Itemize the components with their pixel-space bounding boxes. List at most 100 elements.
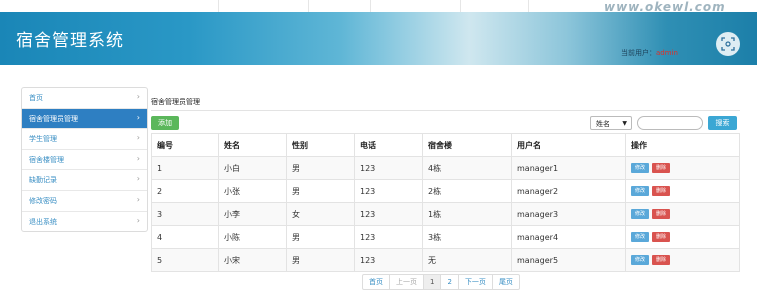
column-header: 用户名 bbox=[511, 133, 626, 157]
cell-building: 无 bbox=[422, 248, 512, 272]
column-header: 性别 bbox=[286, 133, 355, 157]
chevron-right-icon: › bbox=[136, 92, 140, 101]
edit-button[interactable]: 修改 bbox=[631, 163, 649, 173]
chevron-right-icon: › bbox=[136, 112, 140, 122]
cell-username: manager1 bbox=[511, 156, 626, 180]
pager-last[interactable]: 尾页 bbox=[493, 275, 519, 289]
manager-table: 编号 姓名 性别 电话 宿舍楼 用户名 操作 1 小白 男 123 4栋 man… bbox=[151, 133, 740, 272]
sidebar-item-label: 宿舍管理员管理 bbox=[29, 114, 78, 123]
cell-sex: 男 bbox=[286, 179, 355, 203]
edit-button[interactable]: 修改 bbox=[631, 209, 649, 219]
sidebar-item-logout[interactable]: 退出系统 › bbox=[22, 212, 147, 232]
delete-button[interactable]: 删除 bbox=[652, 255, 670, 265]
sidebar-item-absence[interactable]: 缺勤记录 › bbox=[22, 170, 147, 191]
column-header: 操作 bbox=[625, 133, 740, 157]
cell-sex: 男 bbox=[286, 156, 355, 180]
sidebar-item-students[interactable]: 学生管理 › bbox=[22, 129, 147, 150]
sidebar-item-dorm-manager[interactable]: 宿舍管理员管理 › bbox=[22, 108, 147, 130]
cell-id: 3 bbox=[151, 202, 219, 226]
delete-button[interactable]: 删除 bbox=[652, 163, 670, 173]
cell-phone: 123 bbox=[354, 202, 423, 226]
app-header: 宿舍管理系统 当前用户：admin bbox=[0, 12, 757, 65]
edit-button[interactable]: 修改 bbox=[631, 186, 649, 196]
sidebar: 首页 › 宿舍管理员管理 › 学生管理 › 宿舍楼管理 › 缺勤记录 › 修改密… bbox=[21, 87, 148, 233]
cell-id: 2 bbox=[151, 179, 219, 203]
cell-building: 1栋 bbox=[422, 202, 512, 226]
sidebar-item-buildings[interactable]: 宿舍楼管理 › bbox=[22, 150, 147, 171]
table-header-row: 编号 姓名 性别 电话 宿舍楼 用户名 操作 bbox=[151, 133, 740, 157]
sidebar-item-home[interactable]: 首页 › bbox=[22, 88, 147, 109]
current-user-name: admin bbox=[656, 49, 678, 57]
cell-building: 3栋 bbox=[422, 225, 512, 249]
pager-next[interactable]: 下一页 bbox=[459, 275, 493, 289]
column-header: 电话 bbox=[354, 133, 423, 157]
table-row: 2 小张 男 123 2栋 manager2 修改 删除 bbox=[151, 179, 740, 203]
pager-page-1[interactable]: 1 bbox=[424, 275, 442, 289]
table-row: 5 小宋 男 123 无 manager5 修改 删除 bbox=[151, 248, 740, 272]
cell-actions: 修改 删除 bbox=[625, 202, 740, 226]
chevron-right-icon: › bbox=[136, 174, 140, 184]
cell-name: 小张 bbox=[218, 179, 287, 203]
cell-username: manager3 bbox=[511, 202, 626, 226]
pager-prev[interactable]: 上一页 bbox=[390, 275, 424, 289]
cell-actions: 修改 删除 bbox=[625, 225, 740, 249]
edit-button[interactable]: 修改 bbox=[631, 255, 649, 265]
table-row: 1 小白 男 123 4栋 manager1 修改 删除 bbox=[151, 156, 740, 180]
delete-button[interactable]: 删除 bbox=[652, 209, 670, 219]
sidebar-item-label: 修改密码 bbox=[29, 196, 57, 205]
caret-down-icon: ▼ bbox=[622, 120, 627, 127]
scan-icon[interactable] bbox=[716, 32, 740, 56]
cell-id: 5 bbox=[151, 248, 219, 272]
chevron-right-icon: › bbox=[136, 215, 140, 225]
cell-building: 2栋 bbox=[422, 179, 512, 203]
delete-button[interactable]: 删除 bbox=[652, 232, 670, 242]
cell-building: 4栋 bbox=[422, 156, 512, 180]
pager-first[interactable]: 首页 bbox=[363, 275, 390, 289]
column-header: 宿舍楼 bbox=[422, 133, 512, 157]
pager-page-2[interactable]: 2 bbox=[441, 275, 459, 289]
sidebar-item-label: 首页 bbox=[29, 94, 43, 102]
cell-name: 小陈 bbox=[218, 225, 287, 249]
cell-username: manager2 bbox=[511, 179, 626, 203]
cell-actions: 修改 删除 bbox=[625, 179, 740, 203]
search-field-select[interactable]: 姓名 ▼ bbox=[590, 116, 632, 130]
edit-button[interactable]: 修改 bbox=[631, 232, 649, 242]
search-button[interactable]: 搜索 bbox=[708, 116, 737, 130]
cell-username: manager4 bbox=[511, 225, 626, 249]
sidebar-item-label: 宿舍楼管理 bbox=[29, 155, 64, 164]
cell-actions: 修改 删除 bbox=[625, 156, 740, 180]
cell-sex: 女 bbox=[286, 202, 355, 226]
cell-phone: 123 bbox=[354, 248, 423, 272]
sidebar-item-label: 退出系统 bbox=[29, 217, 57, 226]
cell-name: 小白 bbox=[218, 156, 287, 180]
cell-phone: 123 bbox=[354, 156, 423, 180]
divider bbox=[151, 110, 740, 111]
chevron-right-icon: › bbox=[136, 153, 140, 163]
column-header: 姓名 bbox=[218, 133, 287, 157]
add-button[interactable]: 添加 bbox=[151, 116, 179, 130]
app-title: 宿舍管理系统 bbox=[16, 31, 124, 51]
sidebar-item-label: 学生管理 bbox=[29, 135, 57, 144]
search-input[interactable] bbox=[637, 116, 703, 130]
cell-actions: 修改 删除 bbox=[625, 248, 740, 272]
sidebar-item-label: 缺勤记录 bbox=[29, 176, 57, 185]
chevron-right-icon: › bbox=[136, 133, 140, 143]
table-row: 4 小陈 男 123 3栋 manager4 修改 删除 bbox=[151, 225, 740, 249]
cell-sex: 男 bbox=[286, 225, 355, 249]
cell-sex: 男 bbox=[286, 248, 355, 272]
column-header: 编号 bbox=[151, 133, 219, 157]
cell-id: 4 bbox=[151, 225, 219, 249]
pagination: 首页 上一页 1 2 下一页 尾页 bbox=[362, 274, 520, 290]
cell-phone: 123 bbox=[354, 225, 423, 249]
current-user-label: 当前用户： bbox=[621, 49, 656, 57]
cell-phone: 123 bbox=[354, 179, 423, 203]
cell-id: 1 bbox=[151, 156, 219, 180]
table-row: 3 小李 女 123 1栋 manager3 修改 删除 bbox=[151, 202, 740, 226]
sidebar-item-password[interactable]: 修改密码 › bbox=[22, 191, 147, 212]
current-user: 当前用户：admin bbox=[621, 48, 678, 58]
cell-username: manager5 bbox=[511, 248, 626, 272]
chevron-right-icon: › bbox=[136, 194, 140, 204]
delete-button[interactable]: 删除 bbox=[652, 186, 670, 196]
cell-name: 小宋 bbox=[218, 248, 287, 272]
cell-name: 小李 bbox=[218, 202, 287, 226]
